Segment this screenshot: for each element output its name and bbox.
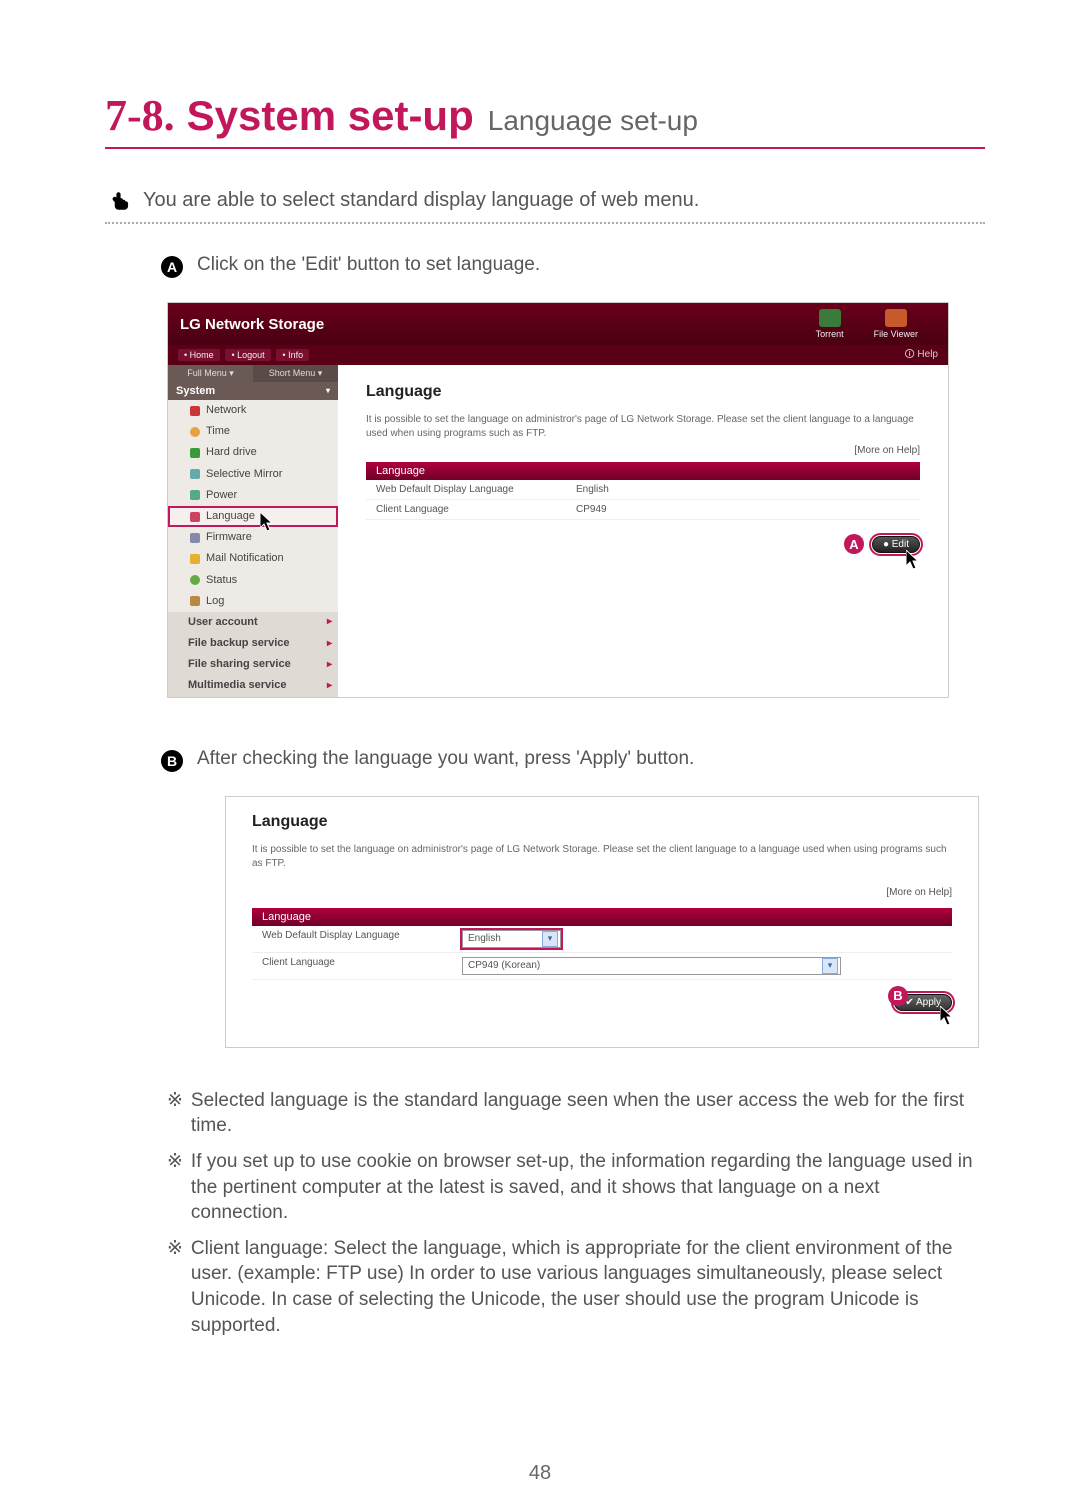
note-1: ※ Selected language is the standard lang… xyxy=(167,1088,975,1139)
page-title-row: 7-8. System set-up Language set-up xyxy=(105,90,985,149)
sidebar-item-harddrive[interactable]: Hard drive xyxy=(168,442,338,463)
more-help-link-a[interactable]: [More on Help] xyxy=(366,445,920,456)
table-row: Web Default Display Language English xyxy=(366,480,920,500)
sidebar-item-log[interactable]: Log xyxy=(168,591,338,612)
web-language-select[interactable]: English▾ xyxy=(462,930,561,948)
sidebar-section-multimedia[interactable]: Multimedia service▸ xyxy=(168,675,338,696)
table-row: Client Language CP949 xyxy=(366,500,920,520)
sidebar-item-firmware[interactable]: Firmware xyxy=(168,527,338,548)
note-text: Selected language is the standard langua… xyxy=(191,1088,975,1139)
callout-b: B xyxy=(888,986,908,1006)
note-symbol: ※ xyxy=(167,1236,183,1339)
cursor-icon xyxy=(260,512,276,532)
step-b-badge: B xyxy=(161,750,183,772)
title-sub: Language set-up xyxy=(488,105,698,137)
sidebar: Full Menu ▾ Short Menu ▾ System▾ Network… xyxy=(168,365,338,697)
step-a-text: Click on the 'Edit' button to set langua… xyxy=(197,254,540,276)
page-number: 48 xyxy=(0,1462,1080,1485)
row-label: Web Default Display Language xyxy=(262,930,462,948)
sidebar-section-sharing[interactable]: File sharing service▸ xyxy=(168,654,338,675)
content-desc-a: It is possible to set the language on ad… xyxy=(366,413,920,441)
step-b-row: B After checking the language you want, … xyxy=(161,748,985,772)
row-label: Web Default Display Language xyxy=(376,484,576,495)
torrent-icon[interactable]: Torrent xyxy=(816,309,844,339)
fileviewer-label: File Viewer xyxy=(874,329,918,339)
sidebar-item-power[interactable]: Power xyxy=(168,485,338,506)
title-main: System set-up xyxy=(187,92,474,140)
screenshot-a: LG Network Storage Torrent File Viewer •… xyxy=(167,302,949,698)
client-language-select[interactable]: CP949 (Korean)▾ xyxy=(462,957,942,975)
nav-logout[interactable]: • Logout xyxy=(225,349,270,361)
row-label: Client Language xyxy=(376,504,576,515)
sidebar-item-language[interactable]: Language xyxy=(168,506,338,527)
sidebar-section-system[interactable]: System▾ xyxy=(168,382,338,400)
step-b-text: After checking the language you want, pr… xyxy=(197,748,694,770)
intro-row: You are able to select standard display … xyxy=(111,189,985,212)
step-a-row: A Click on the 'Edit' button to set lang… xyxy=(161,254,985,278)
nav-bar: • Home • Logout • Info 🛈 Help xyxy=(168,345,948,365)
sidebar-item-status[interactable]: Status xyxy=(168,570,338,591)
torrent-label: Torrent xyxy=(816,329,844,339)
fileviewer-icon[interactable]: File Viewer xyxy=(874,309,918,339)
language-table-b: Language Web Default Display Language En… xyxy=(252,908,952,980)
help-link[interactable]: 🛈 Help xyxy=(904,347,938,364)
note-symbol: ※ xyxy=(167,1149,183,1226)
section-number: 7-8. xyxy=(105,90,175,141)
tab-short-menu[interactable]: Short Menu ▾ xyxy=(253,365,338,382)
callout-a: A xyxy=(844,534,864,554)
app-title: LG Network Storage xyxy=(180,316,324,333)
content-pane-a: Language It is possible to set the langu… xyxy=(338,365,948,697)
content-title-a: Language xyxy=(366,383,920,401)
row-value: CP949 xyxy=(576,504,607,515)
row-value: English xyxy=(576,484,609,495)
pointing-hand-icon xyxy=(111,191,131,211)
note-2: ※ If you set up to use cookie on browser… xyxy=(167,1149,975,1226)
tab-full-menu[interactable]: Full Menu ▾ xyxy=(168,365,253,382)
note-text: Client language: Select the language, wh… xyxy=(191,1236,975,1339)
nav-home[interactable]: • Home xyxy=(178,349,220,361)
sidebar-item-selectivemirror[interactable]: Selective Mirror xyxy=(168,464,338,485)
row-label: Client Language xyxy=(262,957,462,975)
more-help-link-b[interactable]: [More on Help] xyxy=(252,887,952,898)
notes-block: ※ Selected language is the standard lang… xyxy=(167,1088,975,1339)
content-desc-b: It is possible to set the language on ad… xyxy=(252,843,952,871)
divider xyxy=(105,222,985,224)
screenshot-b: Language It is possible to set the langu… xyxy=(225,796,979,1048)
intro-text: You are able to select standard display … xyxy=(143,189,699,212)
note-symbol: ※ xyxy=(167,1088,183,1139)
table-row: Web Default Display Language English▾ xyxy=(252,926,952,953)
step-a-badge: A xyxy=(161,256,183,278)
app-header: LG Network Storage Torrent File Viewer xyxy=(168,303,948,345)
cursor-icon xyxy=(906,550,922,570)
note-3: ※ Client language: Select the language, … xyxy=(167,1236,975,1339)
note-text: If you set up to use cookie on browser s… xyxy=(191,1149,975,1226)
sidebar-section-backup[interactable]: File backup service▸ xyxy=(168,633,338,654)
content-title-b: Language xyxy=(252,813,952,831)
table-head-b: Language xyxy=(252,908,952,926)
table-head-a: Language xyxy=(366,462,920,480)
table-row: Client Language CP949 (Korean)▾ xyxy=(252,953,952,980)
sidebar-item-network[interactable]: Network xyxy=(168,400,338,421)
cursor-icon xyxy=(940,1006,956,1026)
language-table-a: Language Web Default Display Language En… xyxy=(366,462,920,520)
sidebar-item-mail[interactable]: Mail Notification xyxy=(168,548,338,569)
sidebar-section-user[interactable]: User account▸ xyxy=(168,612,338,633)
sidebar-item-time[interactable]: Time xyxy=(168,421,338,442)
nav-info[interactable]: • Info xyxy=(276,349,309,361)
